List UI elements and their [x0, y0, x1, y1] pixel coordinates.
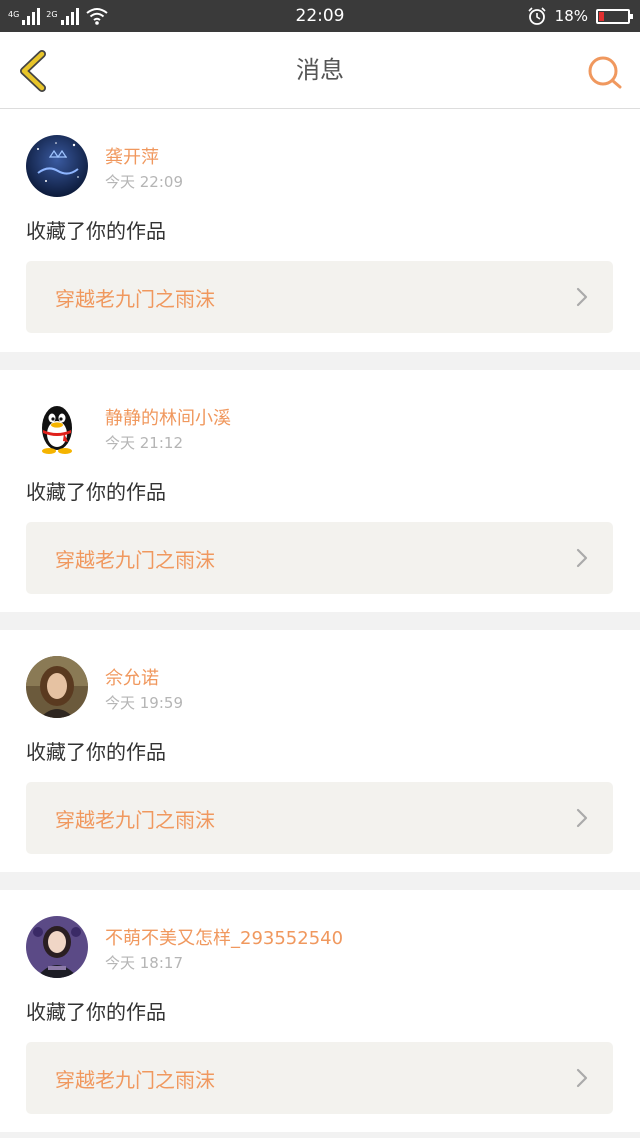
- search-icon[interactable]: [586, 54, 624, 92]
- avatar[interactable]: [26, 656, 88, 718]
- message-card: 佘允诺 今天 19:59 收藏了你的作品 穿越老九门之雨沫: [0, 630, 640, 872]
- work-title: 穿越老九门之雨沫: [55, 287, 215, 311]
- chevron-right-icon: [576, 287, 588, 307]
- message-card: 龚开萍 今天 22:09 收藏了你的作品 穿越老九门之雨沫: [0, 109, 640, 352]
- status-right: 18%: [527, 0, 633, 32]
- photo-avatar-icon: [26, 916, 88, 978]
- page-title: 消息: [296, 56, 344, 84]
- work-link[interactable]: 穿越老九门之雨沫: [26, 1042, 613, 1114]
- work-title: 穿越老九门之雨沫: [55, 1068, 215, 1092]
- message-card: 静静的林间小溪 今天 21:12 收藏了你的作品 穿越老九门之雨沫: [0, 370, 640, 612]
- action-text: 收藏了你的作品: [26, 740, 166, 764]
- chevron-right-icon: [576, 808, 588, 828]
- message-time: 今天 18:17: [105, 954, 183, 972]
- user-name[interactable]: 龚开萍: [105, 143, 159, 169]
- avatar[interactable]: [26, 396, 88, 458]
- status-bar: 4G 2G 22:09 18%: [0, 0, 640, 32]
- chevron-right-icon: [576, 548, 588, 568]
- alarm-icon: [528, 7, 546, 25]
- user-name[interactable]: 佘允诺: [105, 664, 159, 690]
- battery-icon: [596, 8, 633, 24]
- user-name[interactable]: 静静的林间小溪: [105, 404, 231, 430]
- chevron-right-icon: [576, 1068, 588, 1088]
- avatar[interactable]: [26, 916, 88, 978]
- message-time: 今天 21:12: [105, 434, 183, 452]
- work-title: 穿越老九门之雨沫: [55, 808, 215, 832]
- back-chevron-icon[interactable]: [16, 50, 52, 92]
- qq-penguin-icon: [26, 396, 88, 458]
- work-link[interactable]: 穿越老九门之雨沫: [26, 522, 613, 594]
- battery-percent: 18%: [554, 7, 588, 25]
- work-link[interactable]: 穿越老九门之雨沫: [26, 261, 613, 333]
- user-name[interactable]: 不萌不美又怎样_293552540: [105, 924, 343, 950]
- action-text: 收藏了你的作品: [26, 1000, 166, 1024]
- avatar[interactable]: [26, 135, 88, 197]
- message-list: 龚开萍 今天 22:09 收藏了你的作品 穿越老九门之雨沫 静静的林间小溪 今天…: [0, 109, 640, 1132]
- message-time: 今天 22:09: [105, 173, 183, 191]
- work-link[interactable]: 穿越老九门之雨沫: [26, 782, 613, 854]
- nav-bar: 消息: [0, 32, 640, 109]
- night-sky-avatar-icon: [26, 135, 88, 197]
- action-text: 收藏了你的作品: [26, 219, 166, 243]
- action-text: 收藏了你的作品: [26, 480, 166, 504]
- work-title: 穿越老九门之雨沫: [55, 548, 215, 572]
- photo-avatar-icon: [26, 656, 88, 718]
- message-card: 不萌不美又怎样_293552540 今天 18:17 收藏了你的作品 穿越老九门…: [0, 890, 640, 1132]
- message-time: 今天 19:59: [105, 694, 183, 712]
- battery-level: [599, 11, 604, 21]
